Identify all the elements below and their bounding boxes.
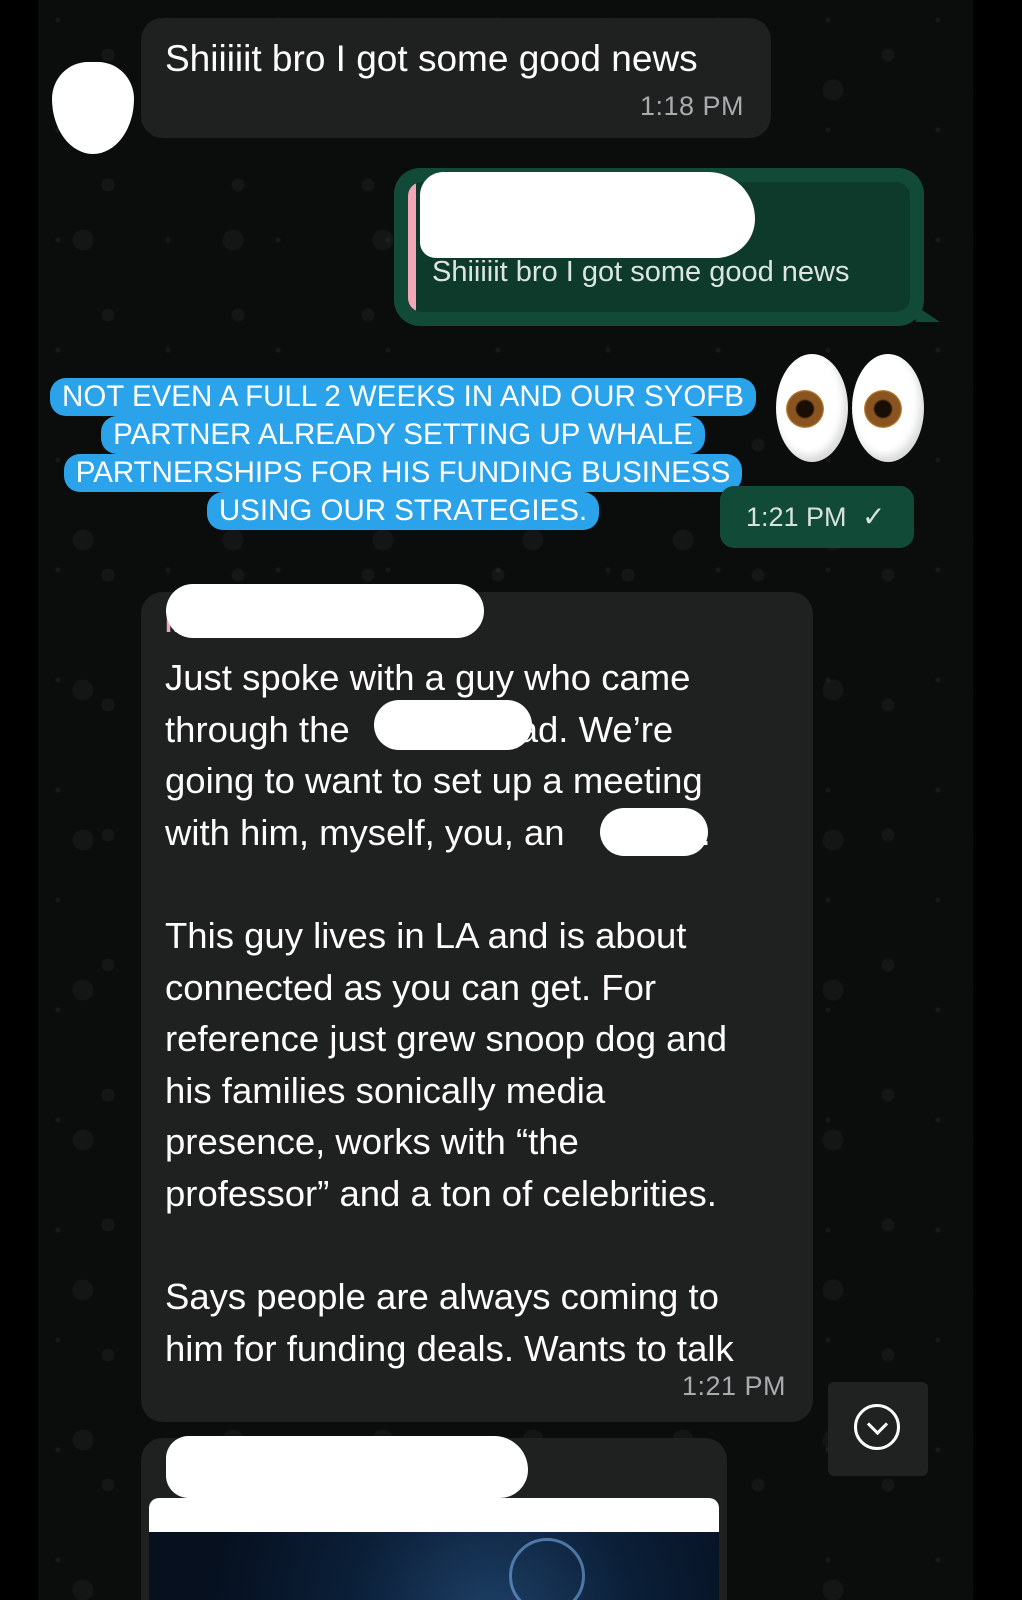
message-timestamp: 1:18 PM — [639, 91, 744, 121]
message-text: Shiiiiit bro I got some good news — [165, 38, 698, 79]
message-line: presence, works with “the — [165, 1121, 579, 1163]
eye-left — [776, 354, 848, 462]
link-preview[interactable] — [149, 1498, 719, 1600]
redaction-mark — [166, 584, 484, 638]
message-timestamp: 1:21 PM — [746, 502, 847, 532]
message-line: Says people are always coming to — [165, 1276, 719, 1318]
message-line: This guy lives in LA and is about — [165, 914, 687, 956]
eyes-emoji-icon — [776, 354, 926, 466]
outgoing-message-timestamp[interactable]: 1:21 PM ✓ — [720, 486, 914, 548]
redaction-mark — [166, 1436, 528, 1498]
caption-line: NOT EVEN A FULL 2 WEEKS IN AND OUR SYOFB — [50, 378, 756, 416]
message-body: Just spoke with a guy who came through t… — [165, 652, 805, 1374]
eye-right — [852, 354, 924, 462]
message-line: connected as you can get. For — [165, 966, 657, 1008]
message-timestamp: 1:21 PM — [681, 1371, 786, 1401]
incoming-message-1[interactable]: Shiiiiit bro I got some good news 1:18 P… — [141, 18, 771, 138]
quoted-text: Shiiiiit bro I got some good news — [432, 256, 850, 288]
caption-line: PARTNERSHIPS FOR HIS FUNDING BUSINESS — [63, 454, 743, 492]
message-line: professor” and a ton of celebrities. — [165, 1172, 717, 1214]
message-line: his families sonically media — [165, 1069, 606, 1111]
message-line: through the — [165, 708, 350, 750]
link-preview-image — [149, 1532, 719, 1600]
message-line: ad. We’re — [517, 708, 674, 750]
message-line: him for funding deals. Wants to talk — [165, 1327, 734, 1369]
chat-panel: Shiiiiit bro I got some good news 1:18 P… — [38, 0, 973, 1600]
caption-line: USING OUR STRATEGIES. — [206, 492, 600, 530]
redaction-mark — [420, 172, 755, 258]
check-icon: ✓ — [862, 501, 886, 532]
caption-line: PARTNER ALREADY SETTING UP WHALE — [101, 416, 705, 454]
message-line: with him, myself, you, an — [165, 811, 565, 853]
redaction-mark — [374, 700, 532, 750]
message-line: Just spoke with a guy who came — [165, 657, 691, 698]
quote-bar — [408, 182, 416, 312]
message-line: reference just grew snoop dog and — [165, 1018, 728, 1060]
chevron-down-icon — [854, 1404, 900, 1450]
message-line: going to want to set up a meeting — [165, 760, 703, 802]
redacted-avatar — [52, 62, 134, 154]
story-caption-overlay: NOT EVEN A FULL 2 WEEKS IN AND OUR SYOFB… — [38, 378, 768, 530]
bubble-tail — [916, 306, 940, 322]
scroll-to-bottom-button[interactable] — [828, 1382, 928, 1476]
redaction-mark — [600, 808, 708, 856]
